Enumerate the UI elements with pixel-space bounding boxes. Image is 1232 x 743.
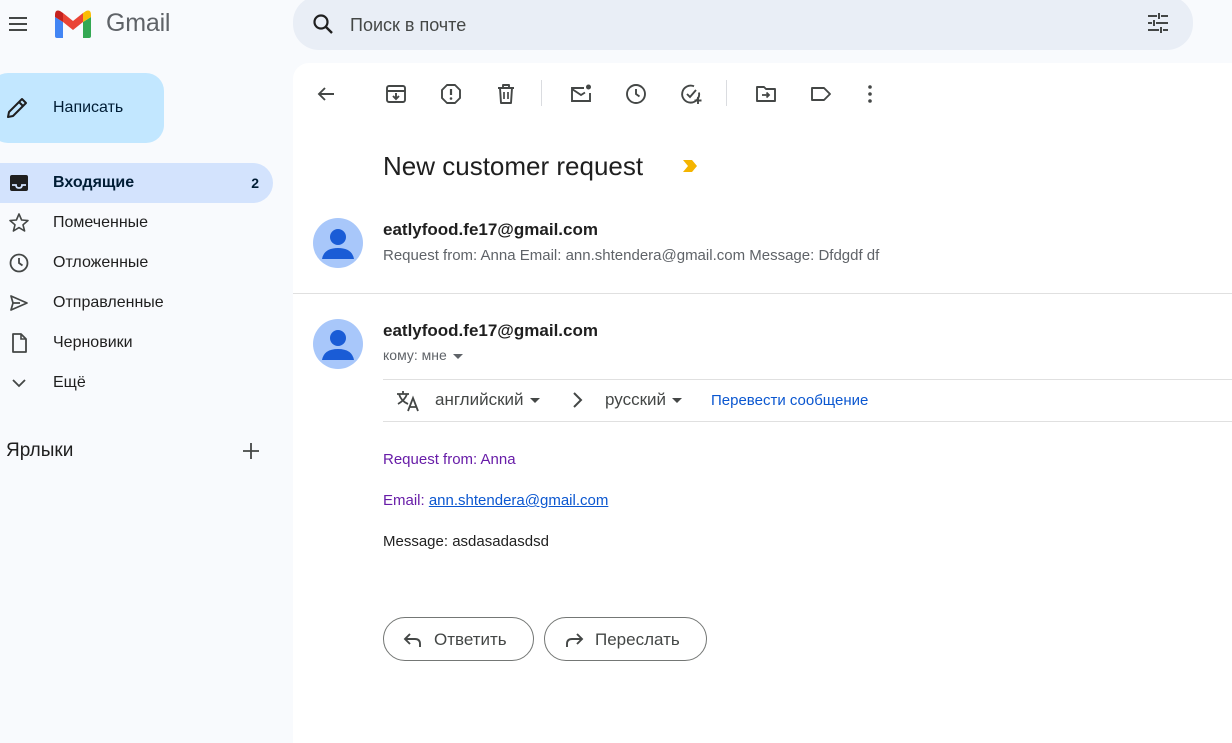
send-icon [8,292,30,314]
sidebar-item-drafts[interactable]: Черновики [0,323,273,363]
search-icon[interactable] [311,12,335,36]
sidebar-item-more[interactable]: Ещё [0,363,273,403]
toolbar-divider [541,80,542,106]
app-name[interactable]: Gmail [106,8,170,38]
add-to-tasks-icon[interactable] [679,82,703,106]
recipients-text: кому: мне [383,347,447,363]
sidebar-item-sent[interactable]: Отправленные [0,283,273,323]
sidebar-item-label: Помеченные [53,214,149,231]
sidebar-item-label: Отложенные [53,254,149,271]
compose-button[interactable]: Написать [0,73,164,143]
sidebar-item-label: Входящие [53,174,135,191]
label-icon[interactable] [809,82,833,106]
pencil-icon [4,95,30,121]
archive-icon[interactable] [384,82,408,106]
message-panel: New customer request eatlyfood.fe17@gmai… [293,63,1232,743]
source-language-select[interactable]: английский [435,390,540,410]
body-email-line: Email: ann.shtendera@gmail.com [383,492,608,509]
snooze-icon[interactable] [624,82,648,106]
body-email-prefix: Email: [383,492,429,509]
sidebar-item-inbox[interactable]: Входящие 2 [0,163,273,203]
forward-icon [563,629,585,651]
chevron-right-icon [568,390,588,410]
add-label-icon[interactable] [240,440,262,462]
message-snippet[interactable]: Request from: Anna Email: ann.shtendera@… [383,247,879,264]
translate-icon [395,388,421,414]
search-bar [293,0,1193,50]
mark-unread-icon[interactable] [569,82,593,106]
labels-heading: Ярлыки [6,440,74,461]
reply-button[interactable]: Ответить [383,617,534,661]
target-language-label: русский [605,390,667,409]
body-message-line: Message: asdasadasdsd [383,533,549,550]
sender-email[interactable]: eatlyfood.fe17@gmail.com [383,321,598,341]
reply-label: Ответить [434,630,507,649]
sidebar-item-snoozed[interactable]: Отложенные [0,243,273,283]
importance-marker-icon[interactable] [681,159,699,173]
chevron-down-icon [8,372,30,394]
translate-bar: английский русский Перевести сообщение [383,379,1232,422]
avatar [313,218,363,268]
caret-down-icon [672,398,683,404]
draft-icon [8,332,30,354]
clock-icon [8,252,30,274]
report-spam-icon[interactable] [439,82,463,106]
sidebar-item-label: Отправленные [53,294,164,311]
target-language-select[interactable]: русский [605,390,683,410]
translate-message-link[interactable]: Перевести сообщение [711,392,868,409]
recipients-dropdown[interactable]: кому: мне [383,347,463,363]
compose-label: Написать [53,99,124,116]
gmail-logo-icon[interactable] [53,9,93,39]
move-to-icon[interactable] [754,82,778,106]
star-icon [8,212,30,234]
sidebar-item-label: Ещё [53,374,86,391]
inbox-icon [8,172,30,194]
source-language-label: английский [435,390,524,409]
forward-label: Переслать [595,630,680,649]
forward-button[interactable]: Переслать [544,617,707,661]
main-menu-icon[interactable] [6,12,30,36]
search-options-icon[interactable] [1145,10,1171,36]
unread-count-badge: 2 [251,175,259,191]
email-link[interactable]: ann.shtendera@gmail.com [429,492,609,509]
sidebar-item-starred[interactable]: Помеченные [0,203,273,243]
sender-email[interactable]: eatlyfood.fe17@gmail.com [383,220,598,240]
back-icon[interactable] [314,82,338,106]
message-divider [293,293,1232,294]
sidebar-item-label: Черновики [53,334,133,351]
delete-icon[interactable] [494,82,518,106]
email-subject: New customer request [383,151,644,181]
toolbar-divider [726,80,727,106]
body-request-line: Request from: Anna [383,451,516,468]
more-options-icon[interactable] [858,82,882,106]
caret-down-icon [529,398,540,404]
caret-down-icon [452,353,463,359]
reply-icon [402,629,424,651]
avatar [313,319,363,369]
search-input[interactable] [348,10,1112,40]
